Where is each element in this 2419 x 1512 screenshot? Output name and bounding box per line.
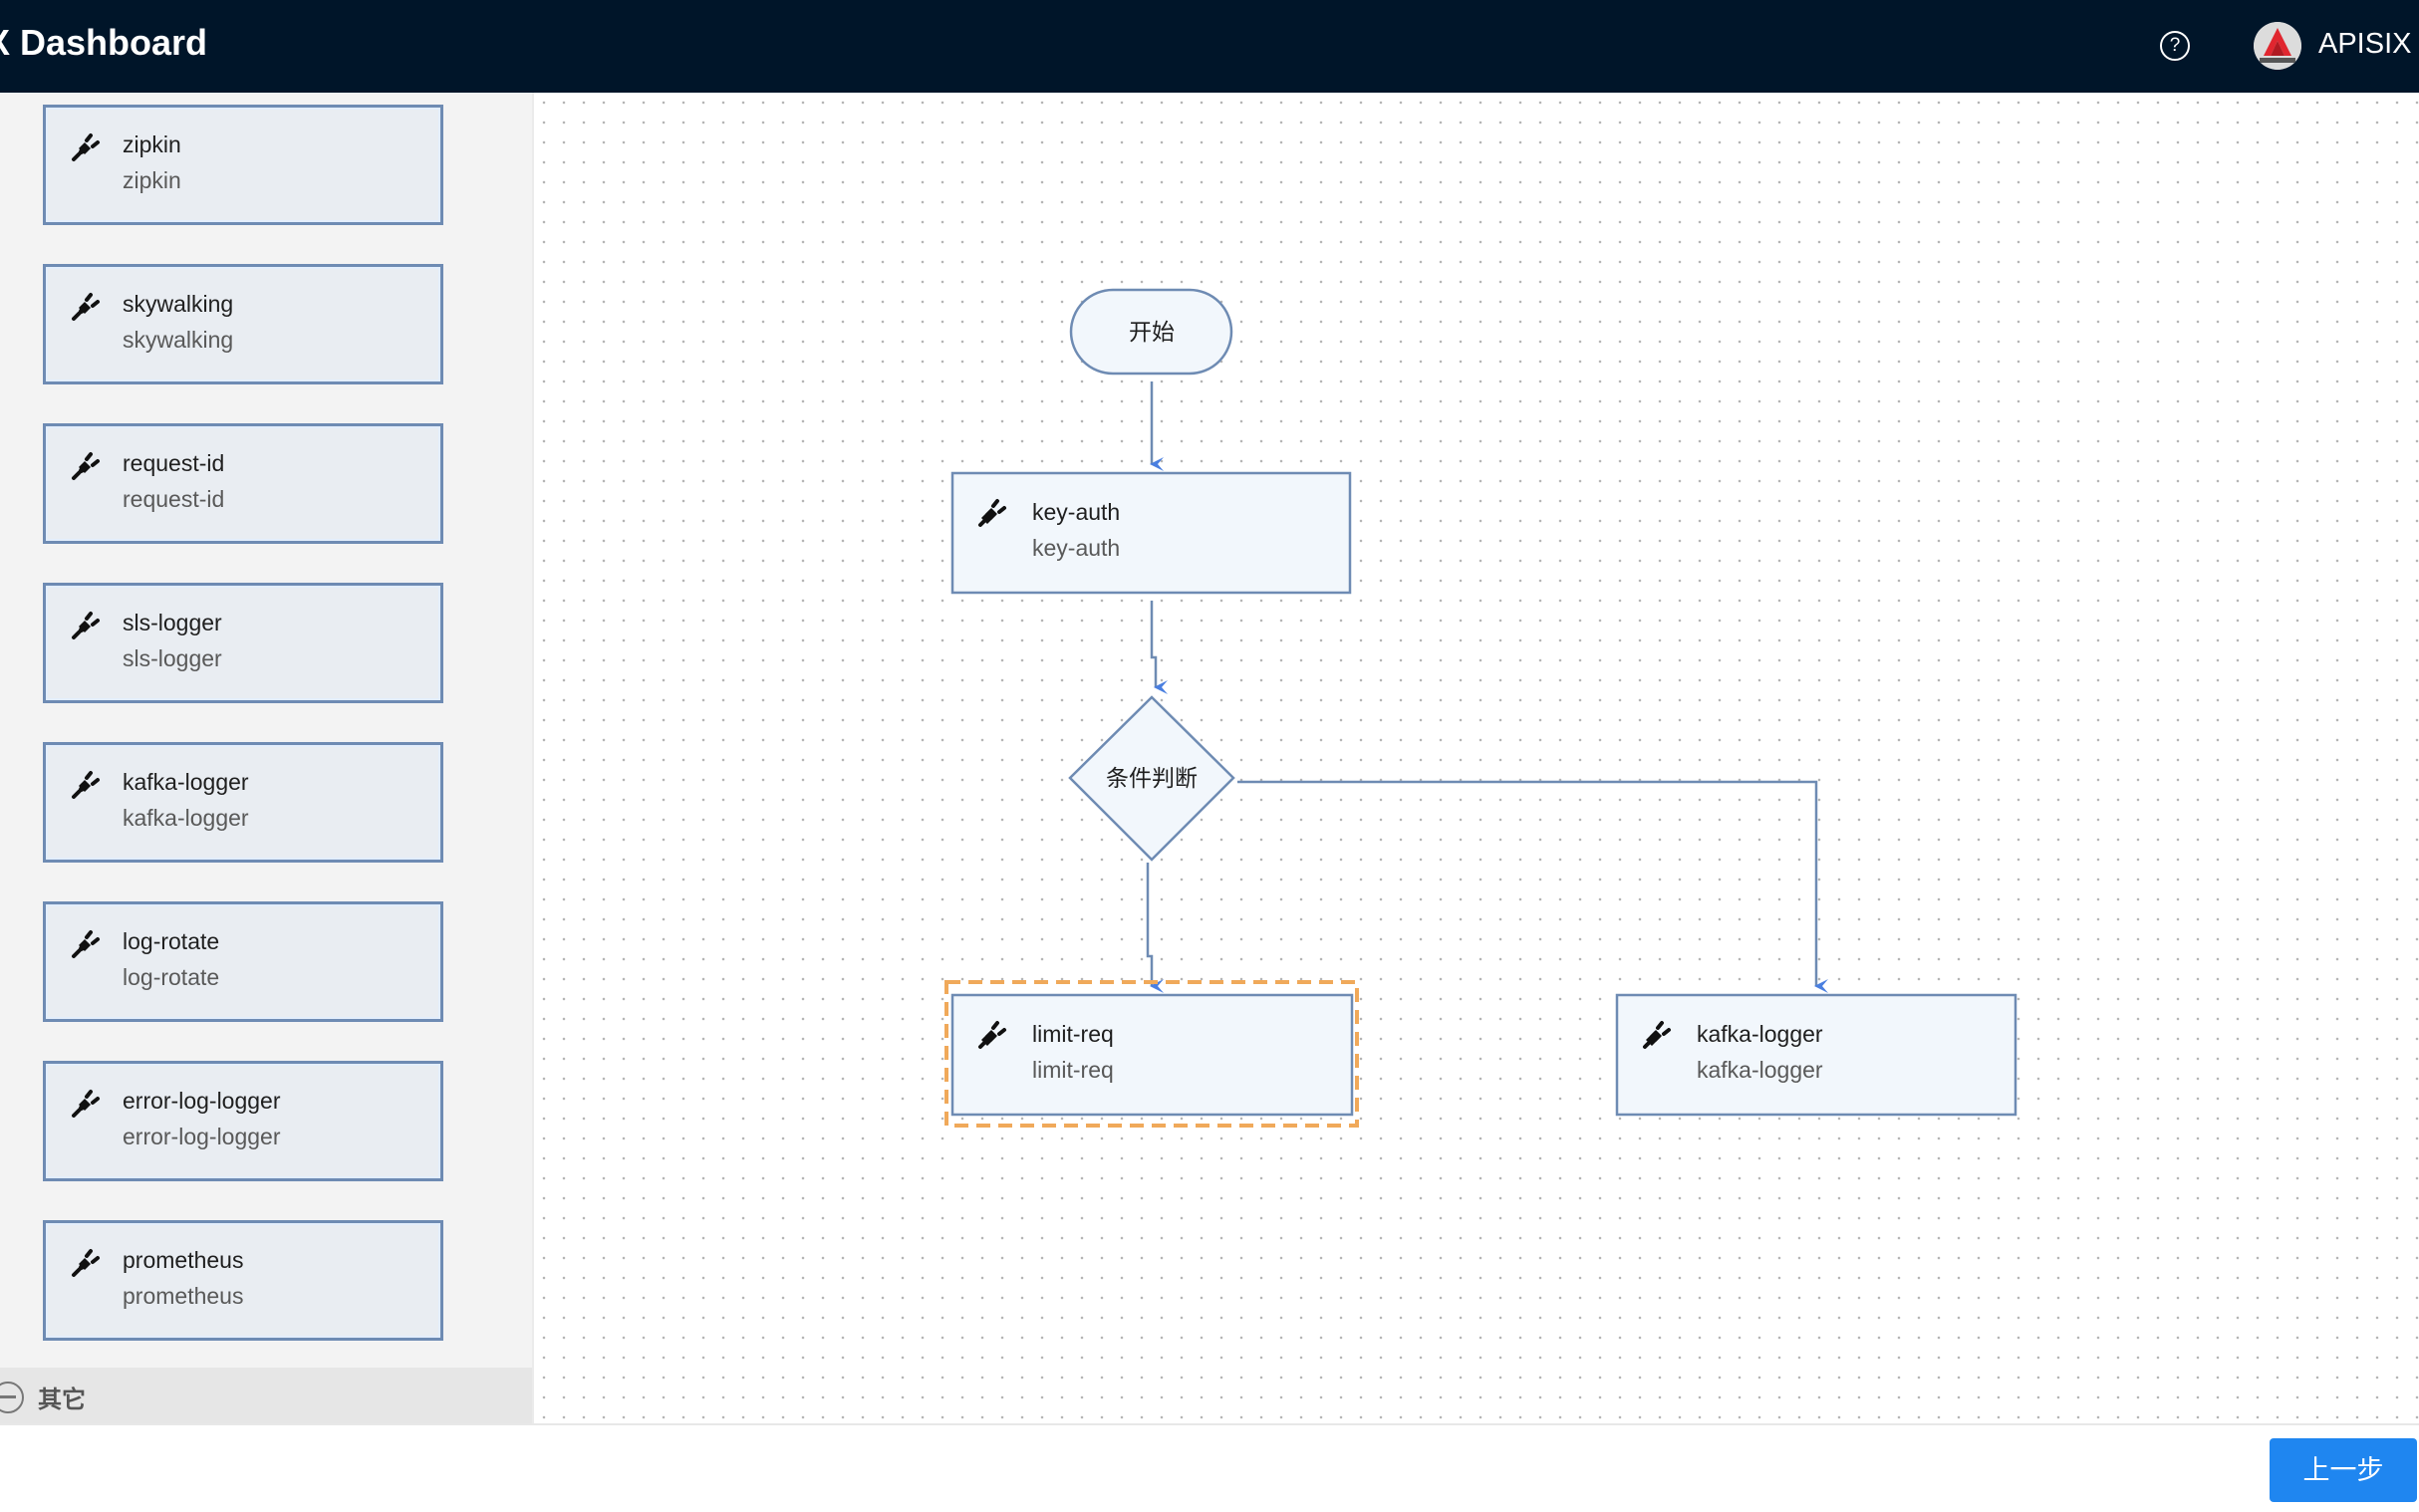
question-circle-icon[interactable]: ? xyxy=(2160,31,2190,61)
app-title: X Dashboard xyxy=(0,22,208,63)
minus-circle-icon[interactable] xyxy=(0,1382,24,1413)
plugin-description: error-log-logger xyxy=(123,1124,281,1149)
node-limit-req[interactable]: limit-req limit-req xyxy=(944,980,1359,1128)
plugin-description: prometheus xyxy=(123,1283,244,1309)
node-name: limit-req xyxy=(1032,1021,1114,1047)
plugin-name: log-rotate xyxy=(123,928,220,954)
plug-icon xyxy=(72,452,100,480)
plug-icon xyxy=(72,930,100,958)
plug-icon xyxy=(72,1090,100,1118)
node-description: kafka-logger xyxy=(1697,1057,1823,1083)
start-label: 开始 xyxy=(1129,319,1175,345)
plugin-name: sls-logger xyxy=(123,610,222,635)
plugin-card-zipkin[interactable]: zipkin zipkin xyxy=(43,105,443,225)
previous-step-button[interactable]: 上一步 xyxy=(2270,1438,2417,1502)
plugin-description: sls-logger xyxy=(123,645,222,671)
plugin-name: skywalking xyxy=(123,291,234,317)
plugin-name: request-id xyxy=(123,450,225,476)
plugin-card-error-log-logger[interactable]: error-log-logger error-log-logger xyxy=(43,1061,443,1181)
plugin-card-skywalking[interactable]: skywalking skywalking xyxy=(43,264,443,384)
node-key-auth[interactable]: key-auth key-auth xyxy=(950,471,1352,595)
plugin-description: zipkin xyxy=(123,167,181,193)
plugin-description: request-id xyxy=(123,486,225,512)
node-description: key-auth xyxy=(1032,535,1120,561)
edge-key-auth-to-condition xyxy=(1150,601,1168,694)
plug-icon xyxy=(72,612,100,639)
plugin-card-kafka-logger[interactable]: kafka-logger kafka-logger xyxy=(43,742,443,863)
plugin-name: kafka-logger xyxy=(123,769,249,795)
plugin-card-request-id[interactable]: request-id request-id xyxy=(43,423,443,544)
flow-diagram: 开始 key-auth key-auth 条件判断 limit-req limi… xyxy=(944,288,2017,1128)
node-description: limit-req xyxy=(1032,1057,1114,1083)
node-kafka-logger[interactable]: kafka-logger kafka-logger xyxy=(1615,993,2017,1117)
node-condition[interactable]: 条件判断 xyxy=(1068,695,1235,862)
plug-icon xyxy=(72,293,100,321)
plugin-name: error-log-logger xyxy=(123,1088,281,1114)
plugin-description: skywalking xyxy=(123,327,234,353)
node-name: key-auth xyxy=(1032,499,1120,525)
user-name[interactable]: APISIX U xyxy=(2318,28,2419,61)
plugin-card-log-rotate[interactable]: log-rotate log-rotate xyxy=(43,901,443,1022)
top-header: X Dashboard ? APISIX U xyxy=(0,0,2419,93)
plug-icon xyxy=(72,133,100,161)
group-label: 其它 xyxy=(38,1386,86,1413)
flow-canvas[interactable]: 开始 key-auth key-auth 条件判断 limit-req limi… xyxy=(532,93,2419,1423)
footer-bar: 上一步 xyxy=(0,1423,2419,1512)
avatar[interactable] xyxy=(2254,22,2301,70)
plugin-description: kafka-logger xyxy=(123,805,249,831)
edge-condition-to-limit-req xyxy=(1146,863,1164,993)
plugin-name: zipkin xyxy=(123,131,181,157)
plugin-card-sls-logger[interactable]: sls-logger sls-logger xyxy=(43,583,443,703)
plug-icon xyxy=(72,1249,100,1277)
apisix-logo-icon xyxy=(2254,22,2301,70)
edge-condition-to-kafka-logger xyxy=(1237,780,1828,993)
plugin-name: prometheus xyxy=(123,1247,244,1273)
plugin-card-prometheus[interactable]: prometheus prometheus xyxy=(43,1220,443,1341)
plugin-sidebar: zipkin zipkin skywalking skywalking request-… xyxy=(0,93,532,1423)
plug-icon xyxy=(72,771,100,799)
start-node[interactable]: 开始 xyxy=(1069,288,1233,376)
group-toggle-other[interactable]: 其它 xyxy=(0,1368,532,1423)
plugin-description: log-rotate xyxy=(123,964,220,990)
condition-label: 条件判断 xyxy=(1106,765,1198,791)
node-name: kafka-logger xyxy=(1697,1021,1823,1047)
